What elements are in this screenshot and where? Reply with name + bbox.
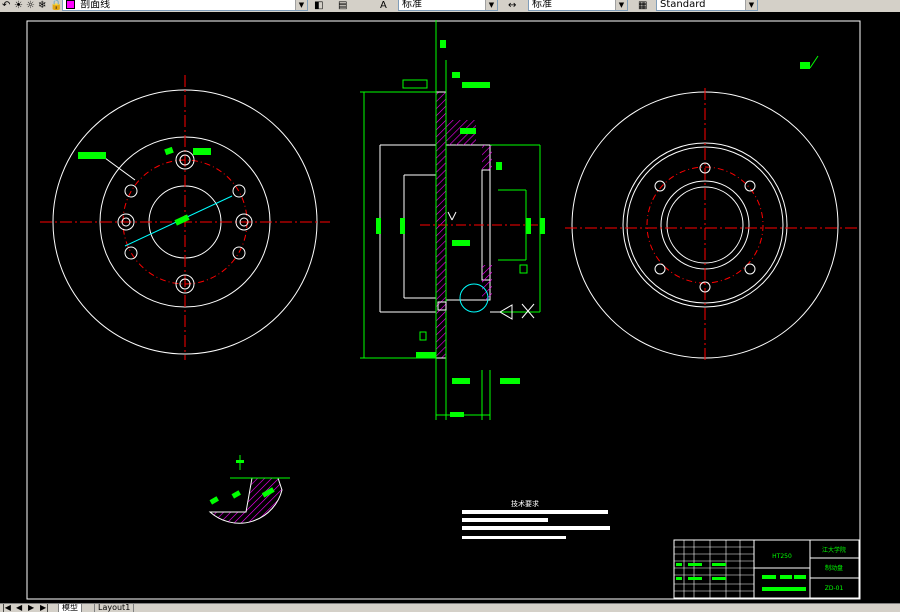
text-style-dropdown[interactable]: 标准 ▼ <box>398 0 498 11</box>
text-style-icon[interactable]: A <box>380 0 387 11</box>
left-disc-view <box>40 75 330 360</box>
text-style-value: 标准 <box>402 0 422 10</box>
layer-states-icon[interactable]: ▤ <box>338 0 347 11</box>
layer-color-swatch <box>66 0 75 9</box>
section-view <box>360 20 545 420</box>
title-block-text: HT250 江大学院 制动盘 ZD-01 <box>676 546 846 592</box>
lightbulb-icon[interactable]: ☀ <box>14 0 23 11</box>
chevron-down-icon[interactable]: ▼ <box>295 0 307 10</box>
table-style-value: Standard <box>660 0 706 10</box>
detail-view <box>208 455 290 524</box>
drawing-svg: 技术要求 HT250 江大学院 制动盘 ZD-01 <box>26 20 861 600</box>
title-drawing-no: ZD-01 <box>825 585 844 592</box>
right-disc-view <box>565 55 860 362</box>
chevron-down-icon[interactable]: ▼ <box>615 0 627 10</box>
undo-icon[interactable]: ↶ <box>2 0 10 11</box>
table-style-dropdown[interactable]: Standard ▼ <box>656 0 758 11</box>
layer-dropdown[interactable]: 剖面线 ▼ <box>62 0 308 11</box>
title-part-name: 制动盘 <box>825 564 843 572</box>
dim-style-dropdown[interactable]: 标准 ▼ <box>528 0 628 11</box>
chevron-down-icon[interactable]: ▼ <box>745 0 757 10</box>
table-style-icon[interactable]: ▦ <box>638 0 647 11</box>
dim-style-value: 标准 <box>532 0 552 10</box>
title-company: 江大学院 <box>822 546 846 554</box>
freeze-icon[interactable]: ❄ <box>38 0 46 11</box>
title-material: HT250 <box>772 553 792 560</box>
dim-style-icon[interactable]: ↔ <box>508 0 516 11</box>
vertical-scrollbar[interactable] <box>880 12 900 603</box>
drawing-canvas[interactable]: 技术要求 HT250 江大学院 制动盘 ZD-01 <box>0 12 900 603</box>
chevron-down-icon[interactable]: ▼ <box>485 0 497 10</box>
sun-icon[interactable]: ☼ <box>26 0 35 11</box>
tech-requirements: 技术要求 <box>462 499 610 539</box>
lock-icon[interactable]: 🔒 <box>50 0 62 11</box>
layer-previous-icon[interactable]: ◧ <box>314 0 323 11</box>
layer-name: 剖面线 <box>80 0 111 11</box>
tech-requirements-title: 技术要求 <box>511 499 539 508</box>
